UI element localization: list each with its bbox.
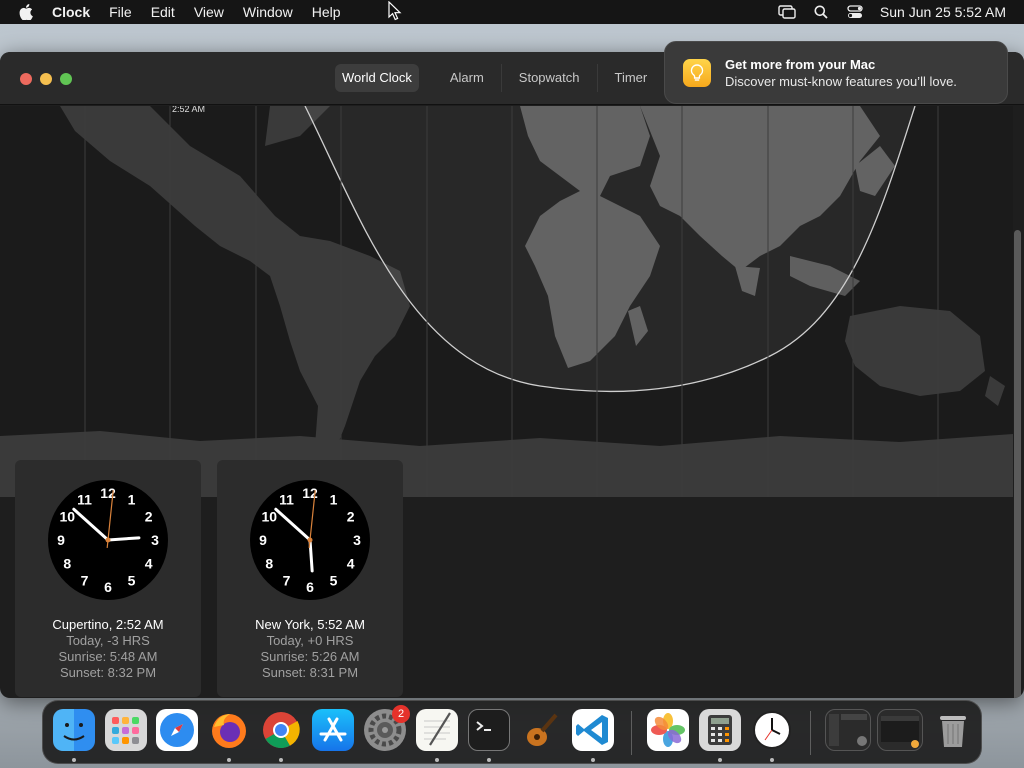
clock-offset: Today, -3 HRS	[66, 633, 150, 648]
screen-mirroring-icon[interactable]	[770, 5, 804, 19]
world-map: 2:52 AM	[0, 106, 1013, 497]
clock-numeral: 6	[104, 579, 112, 595]
dock: 2	[42, 700, 982, 764]
clock-numeral: 5	[128, 573, 136, 589]
running-indicator	[279, 758, 283, 762]
tips-lightbulb-icon	[683, 59, 711, 87]
clock-numeral: 12	[100, 485, 116, 501]
mouse-pointer-icon	[388, 1, 402, 21]
clock-window: World Clock Alarm Stopwatch Timer 2:52 A…	[0, 52, 1024, 698]
clock-sunset: Sunset: 8:32 PM	[59, 665, 157, 680]
tab-stopwatch[interactable]: Stopwatch	[502, 64, 598, 92]
apple-menu-icon[interactable]	[0, 4, 52, 20]
running-indicator	[487, 758, 491, 762]
clock-numeral: 5	[330, 573, 338, 589]
clock-numeral: 10	[60, 509, 76, 525]
running-indicator	[435, 758, 439, 762]
analog-clock-face: 12 12 3 45678 9 1011	[250, 480, 370, 600]
clock-numeral: 3	[353, 532, 361, 548]
tips-notification[interactable]: Get more from your Mac Discover must-kno…	[664, 41, 1008, 104]
running-indicator	[72, 758, 76, 762]
textedit-icon[interactable]	[416, 709, 458, 751]
menu-bar: Clock File Edit View Window Help Sun Jun…	[0, 0, 1024, 24]
clock-sunset: Sunset: 8:31 PM	[261, 665, 359, 680]
clock-sunrise: Sunrise: 5:48 AM	[58, 649, 158, 664]
vertical-scrollbar[interactable]	[1014, 230, 1021, 698]
clock-city-time: New York, 5:52 AM	[255, 617, 365, 632]
dock-separator	[810, 711, 811, 755]
menu-view[interactable]: View	[194, 4, 236, 20]
vscode-icon[interactable]	[572, 709, 614, 751]
control-center-icon[interactable]	[838, 5, 872, 19]
tab-timer[interactable]: Timer	[598, 64, 665, 92]
menu-file[interactable]: File	[109, 4, 144, 20]
world-map-graphic	[0, 106, 1013, 497]
clock-center-pin	[105, 537, 111, 543]
finder-icon[interactable]	[53, 709, 95, 751]
clock-numeral: 4	[145, 556, 153, 572]
close-window-button[interactable]	[20, 73, 32, 85]
menu-app-name[interactable]: Clock	[52, 4, 90, 20]
clock-numeral: 6	[306, 579, 314, 595]
clock-numeral: 11	[77, 491, 92, 507]
running-indicator	[770, 758, 774, 762]
world-clock-card-cupertino[interactable]: 12 1 2 3 4 5 6 7 8 9 10 11 Cupertino, 2:52 AM Today…	[15, 460, 201, 697]
menubar-datetime[interactable]: Sun Jun 25 5:52 AM	[880, 4, 1006, 20]
garageband-icon[interactable]	[520, 709, 562, 751]
photos-icon[interactable]	[647, 709, 689, 751]
clock-app-icon[interactable]	[751, 709, 793, 751]
minimized-window-thumbnail-2[interactable]	[877, 709, 923, 751]
clock-numeral: 1	[128, 491, 136, 507]
clock-sunrise: Sunrise: 5:26 AM	[260, 649, 360, 664]
clock-numeral: 9	[259, 532, 267, 548]
minimize-window-button[interactable]	[40, 73, 52, 85]
menu-help[interactable]: Help	[312, 4, 353, 20]
spotlight-search-icon[interactable]	[804, 5, 838, 19]
calculator-icon[interactable]	[699, 709, 741, 751]
app-store-icon[interactable]	[312, 709, 354, 751]
clock-numeral: 7	[283, 573, 291, 589]
trash-icon[interactable]	[932, 709, 974, 751]
clock-numeral: 8	[265, 556, 273, 572]
launchpad-icon[interactable]	[105, 709, 147, 751]
minimized-window-thumbnail-1[interactable]	[825, 709, 871, 751]
clock-numeral: 9	[57, 532, 65, 548]
clock-numeral: 11	[279, 491, 294, 507]
notification-body: Discover must-know features you’ll love.	[725, 74, 957, 89]
tab-bar: World Clock Alarm Stopwatch Timer	[335, 64, 664, 92]
clock-numeral: 4	[347, 556, 355, 572]
clock-center-pin	[307, 537, 313, 543]
tab-alarm[interactable]: Alarm	[433, 64, 502, 92]
terminal-icon[interactable]	[468, 709, 510, 751]
clock-numeral: 7	[81, 573, 89, 589]
clock-numeral: 10	[262, 509, 278, 525]
tab-world-clock[interactable]: World Clock	[335, 64, 419, 92]
clock-numeral: 12	[302, 485, 318, 501]
world-clock-card-new-york[interactable]: 12 1 2 3 4 5 6 7 8 9 10 11 New York, 5:52 AM Today,…	[217, 460, 403, 697]
clock-numeral: 3	[151, 532, 159, 548]
running-indicator	[227, 758, 231, 762]
fullscreen-window-button[interactable]	[60, 73, 72, 85]
map-time-label: 2:52 AM	[172, 106, 206, 114]
clock-numeral: 1	[330, 491, 338, 507]
menu-edit[interactable]: Edit	[151, 4, 187, 20]
running-indicator	[591, 758, 595, 762]
clock-numeral: 8	[63, 556, 71, 572]
safari-icon[interactable]	[156, 709, 198, 751]
clock-city-time: Cupertino, 2:52 AM	[52, 617, 164, 632]
menu-window[interactable]: Window	[243, 4, 305, 20]
running-indicator	[718, 758, 722, 762]
clock-numeral: 2	[347, 509, 355, 525]
clock-offset: Today, +0 HRS	[266, 633, 354, 648]
system-settings-badge: 2	[392, 705, 410, 723]
firefox-icon[interactable]	[208, 709, 250, 751]
notification-title: Get more from your Mac	[725, 57, 876, 72]
dock-separator	[631, 711, 632, 755]
clock-numeral: 2	[145, 509, 153, 525]
chrome-icon[interactable]	[260, 709, 302, 751]
analog-clock-face: 12 12 3 45678 9 1011	[48, 480, 168, 600]
